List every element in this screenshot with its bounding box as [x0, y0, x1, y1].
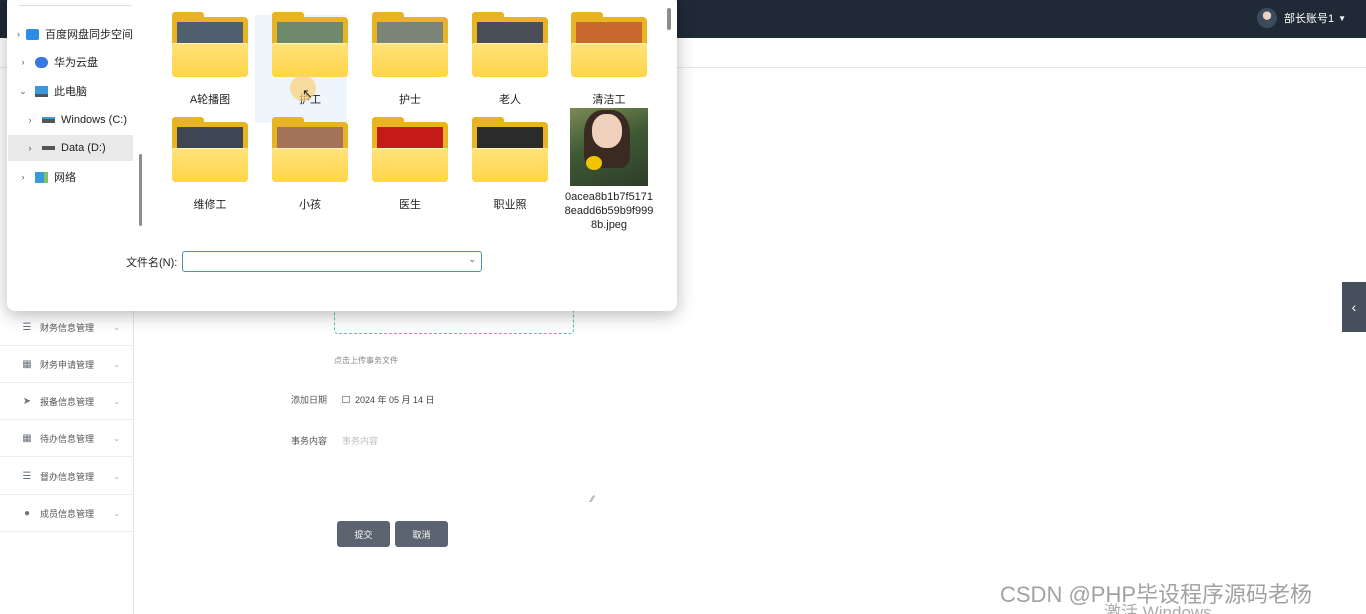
tree-item-drive-d[interactable]: › Data (D:) [8, 135, 133, 161]
tree-item-huawei-cloud[interactable]: › 华为云盘 [8, 49, 133, 75]
folder-item[interactable]: 护士 [365, 12, 455, 107]
sidebar-item-member-info[interactable]: ● 成员信息管理 ⌄ [0, 495, 134, 532]
submit-button[interactable]: 提交 [337, 521, 390, 547]
tree-item-network[interactable]: › 网络 [8, 164, 133, 190]
sidebar-item-label: 督办信息管理 [40, 471, 95, 482]
chevron-right-icon[interactable]: › [17, 57, 29, 67]
folder-item[interactable]: A轮播图 [165, 12, 255, 107]
folder-icon [372, 12, 448, 77]
send-icon: ➤ [22, 395, 32, 407]
grid-icon: ▦ [22, 358, 32, 370]
folder-label: 医生 [399, 199, 421, 211]
folder-item[interactable]: 老人 [465, 12, 555, 107]
resize-handle-icon[interactable]: ⁄⁄ [591, 494, 594, 504]
image-file-label: 0acea8b1b7f51718eadd6b59b9f9998b.jpeg [564, 191, 654, 231]
user-name: 部长账号1 [1283, 13, 1335, 25]
drive-c-icon [42, 117, 55, 123]
list-icon: ☰ [22, 321, 32, 333]
sidebar-item-todo-info[interactable]: ▦ 待办信息管理 ⌄ [0, 420, 134, 457]
apps-icon: ▦ [22, 432, 32, 444]
chevron-down-icon[interactable]: ⌄ [468, 254, 476, 265]
sidebar-item-label: 成员信息管理 [40, 508, 95, 519]
tree-item-label: 百度网盘同步空间 [45, 29, 133, 41]
content-textarea[interactable]: 事务内容 [334, 430, 600, 502]
folder-icon [172, 12, 248, 77]
chevron-down-icon: ⌄ [113, 508, 120, 518]
content-label: 事务内容 [290, 436, 327, 446]
folder-icon [272, 117, 348, 182]
tree-item-label: 华为云盘 [54, 57, 98, 69]
drive-d-icon [42, 146, 55, 150]
calendar-icon [342, 396, 350, 403]
folder-label: 维修工 [193, 199, 227, 211]
folder-icon [372, 117, 448, 182]
folder-label: 职业照 [493, 199, 527, 211]
filename-input[interactable]: ⌄ [182, 251, 482, 272]
folder-icon [172, 117, 248, 182]
baidu-cloud-icon [26, 28, 39, 40]
chevron-down-icon[interactable]: ⌄ [17, 86, 29, 97]
chevron-down-icon: ⌄ [113, 359, 120, 369]
chevron-right-icon[interactable]: › [24, 143, 36, 153]
folder-item[interactable]: 清洁工 [564, 12, 654, 107]
chevron-down-icon: ⌄ [113, 322, 120, 332]
folder-item[interactable]: 小孩 [265, 117, 355, 212]
folder-label: 护士 [399, 94, 421, 106]
sidebar-item-label: 财务信息管理 [40, 322, 95, 333]
chevron-down-icon: ⌄ [113, 471, 120, 481]
avatar [1256, 8, 1277, 28]
folder-item[interactable]: 医生 [365, 117, 455, 212]
user-icon: ● [23, 507, 31, 519]
chevron-right-icon[interactable]: › [17, 29, 20, 39]
tree-item-label: 网络 [54, 172, 76, 184]
nav-scrollbar[interactable] [139, 154, 142, 226]
tree-item-drive-c[interactable]: › Windows (C:) [8, 107, 133, 133]
tree-item-baidu-sync[interactable]: › 百度网盘同步空间 [8, 21, 133, 47]
sidebar-item-finance-apply[interactable]: ▦ 财务申请管理 ⌄ [0, 346, 134, 383]
sidebar-item-label: 待办信息管理 [40, 433, 95, 444]
list-icon: ☰ [22, 470, 32, 482]
filename-label: 文件名(N): [126, 257, 178, 269]
chevron-right-icon[interactable]: › [17, 172, 29, 182]
this-pc-icon [35, 85, 48, 97]
folder-label: 老人 [499, 94, 521, 106]
tree-item-label: Data (D:) [61, 142, 106, 154]
folder-icon [472, 117, 548, 182]
chevron-down-icon: ⌄ [113, 433, 120, 443]
sidebar-item-supervise-info[interactable]: ☰ 督办信息管理 ⌄ [0, 458, 134, 495]
folder-label: 清洁工 [592, 94, 626, 106]
divider [19, 5, 131, 6]
huawei-cloud-icon [35, 56, 48, 68]
folder-label: A轮播图 [189, 94, 231, 106]
date-label: 添加日期 [290, 395, 327, 405]
sidebar-item-report-info[interactable]: ➤ 报备信息管理 ⌄ [0, 383, 134, 420]
tree-item-label: Windows (C:) [61, 114, 128, 126]
date-field[interactable]: 2024 年 05 月 14 日 [342, 393, 435, 406]
image-thumbnail [570, 108, 648, 186]
network-icon [35, 171, 48, 183]
date-value: 2024 年 05 月 14 日 [355, 395, 435, 405]
folder-item[interactable]: 维修工 [165, 117, 255, 212]
sidebar-item-label: 报备信息管理 [40, 396, 95, 407]
activate-windows-text: 激活 Windows [1104, 603, 1212, 614]
cancel-button[interactable]: 取消 [395, 521, 448, 547]
sidebar-item-label: 财务申请管理 [40, 359, 95, 370]
content-scrollbar[interactable] [667, 8, 671, 30]
folder-label: 小孩 [299, 199, 321, 211]
folder-icon [472, 12, 548, 77]
user-menu[interactable]: 部长账号1 ▼ [1256, 8, 1346, 28]
folder-item[interactable]: 职业照 [465, 117, 555, 212]
image-file-item[interactable]: 0acea8b1b7f51718eadd6b59b9f9998b.jpeg [564, 108, 654, 232]
collapse-panel-button[interactable]: ‹ [1342, 282, 1366, 332]
folder-icon [571, 12, 647, 77]
tree-item-this-pc[interactable]: ⌄ 此电脑 [8, 78, 133, 104]
file-open-dialog: › 百度网盘同步空间 › 华为云盘 ⌄ 此电脑 › Windows (C:) ›… [7, 0, 677, 311]
sidebar-item-finance-info[interactable]: ☰ 财务信息管理 ⌄ [0, 309, 134, 346]
tree-item-label: 此电脑 [54, 86, 87, 98]
chevron-down-icon: ⌄ [113, 396, 120, 406]
chevron-right-icon[interactable]: › [24, 115, 36, 125]
upload-tip: 点击上传事务文件 [334, 356, 398, 365]
caret-down-icon: ▼ [1338, 13, 1346, 23]
folder-icon [272, 12, 348, 77]
